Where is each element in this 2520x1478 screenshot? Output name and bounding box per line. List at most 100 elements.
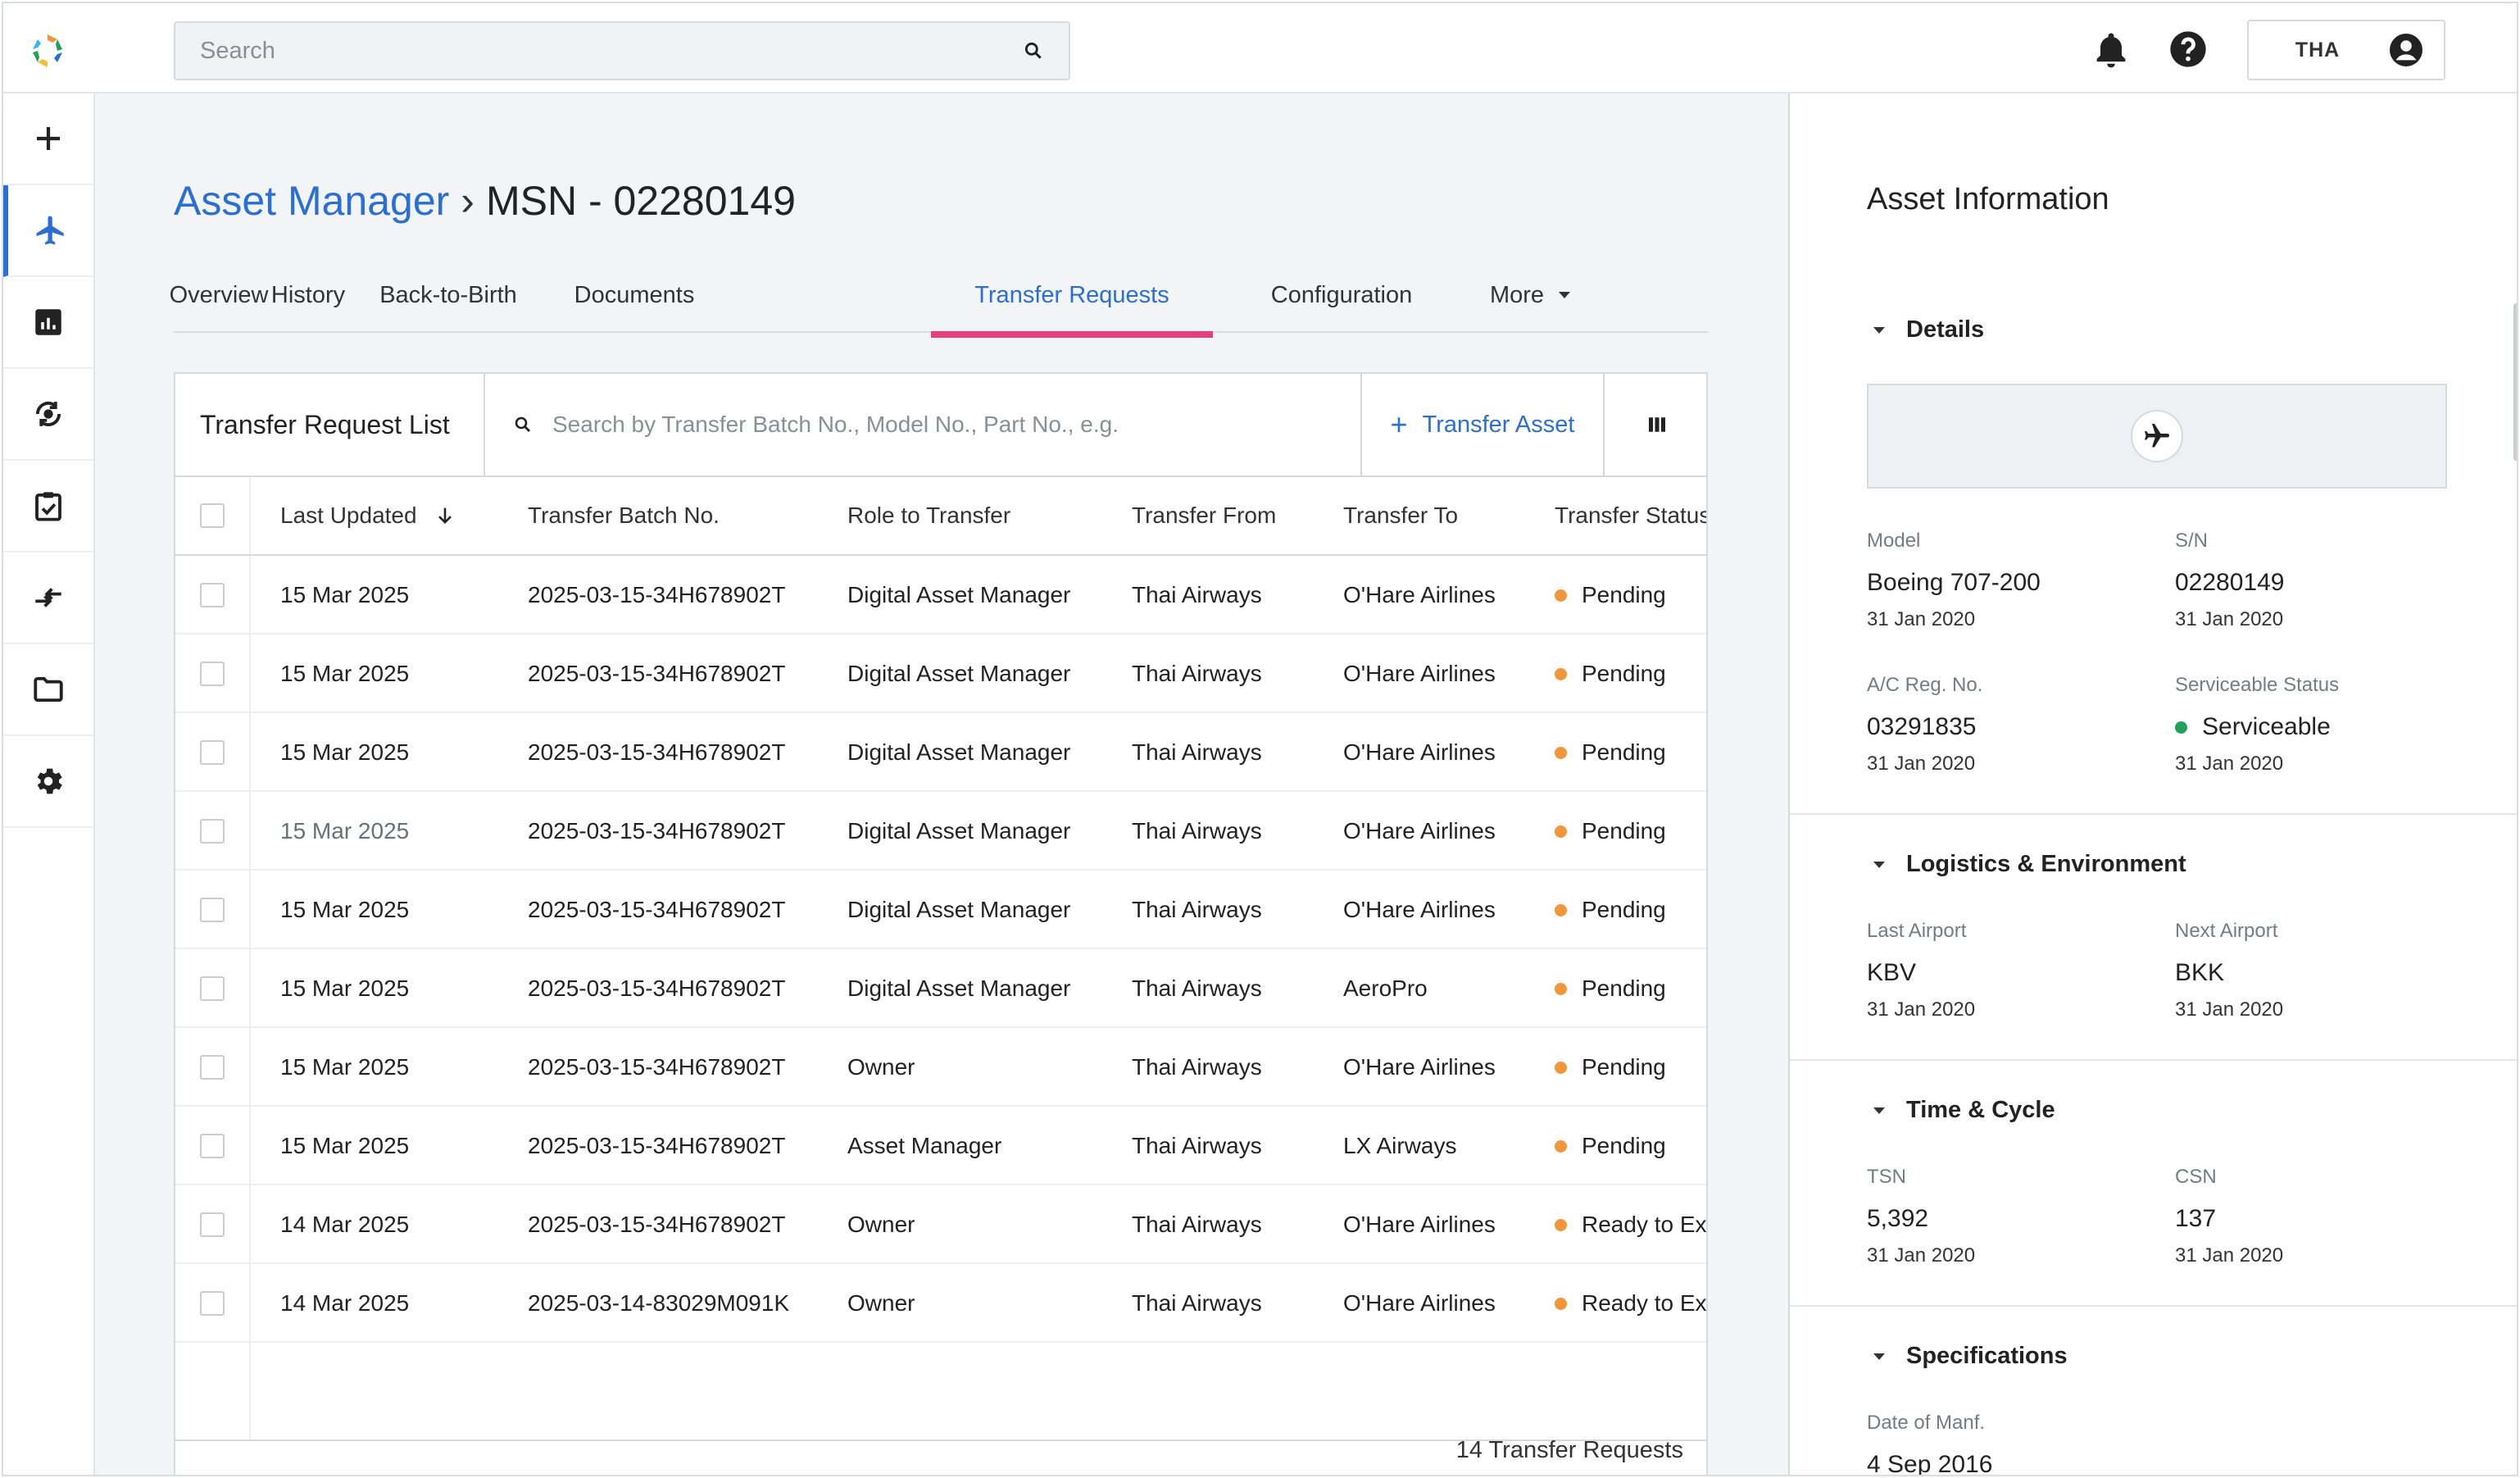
- global-search[interactable]: [174, 21, 1070, 80]
- transfer-search[interactable]: [485, 374, 1362, 475]
- field-label: A/C Reg. No.: [1867, 674, 1983, 696]
- cell-text: Pending: [1582, 1133, 1666, 1158]
- field-date: 31 Jan 2020: [1867, 608, 1976, 630]
- row-checkbox-cell: [200, 871, 225, 949]
- cell-text: Thai Airways: [1132, 1212, 1262, 1237]
- scrollbar[interactable]: [2513, 303, 2517, 461]
- arrow-down-icon[interactable]: [434, 504, 456, 527]
- tab-overview[interactable]: Overview: [170, 257, 269, 333]
- row-checkbox[interactable]: [200, 583, 225, 607]
- page-title: MSN - 02280149: [485, 178, 796, 224]
- table-row[interactable]: 14 Mar 2025 2025-03-14-83029M091K Owner Tha…: [175, 1264, 1706, 1343]
- tab-transfer-requests[interactable]: Transfer Requests: [931, 257, 1213, 338]
- row-checkbox[interactable]: [200, 819, 225, 844]
- row-checkbox[interactable]: [200, 1055, 225, 1080]
- nav-sync[interactable]: [3, 369, 93, 461]
- transfer-asset-button[interactable]: + Transfer Asset: [1362, 374, 1605, 475]
- user-menu[interactable]: THA: [2247, 20, 2445, 80]
- transfer-search-input[interactable]: [552, 412, 1360, 438]
- row-checkbox[interactable]: [200, 976, 225, 1001]
- table-row[interactable]: 15 Mar 2025 2025-03-15-34H678902T Digital …: [175, 634, 1706, 713]
- nav-assets[interactable]: [3, 185, 93, 277]
- caret-down-icon: [1873, 1353, 1885, 1360]
- table-row[interactable]: 15 Mar 2025 2025-03-15-34H678902T Digital …: [175, 871, 1706, 949]
- section-details-toggle[interactable]: Details: [1867, 316, 1984, 343]
- col-role[interactable]: Role to Transfer: [847, 477, 1010, 554]
- table-row[interactable]: 15 Mar 2025 2025-03-15-34H678902T Asset Ma…: [175, 1107, 1706, 1185]
- cell-text: Digital Asset Manager: [847, 975, 1071, 1001]
- col-transfer-to[interactable]: Transfer To: [1343, 477, 1458, 554]
- divider: [1790, 813, 2517, 815]
- transfer-asset-label: Transfer Asset: [1422, 411, 1575, 438]
- table-cell: 2025-03-15-34H678902T: [528, 634, 839, 713]
- col-transfer-from[interactable]: Transfer From: [1132, 477, 1276, 554]
- row-checkbox[interactable]: [200, 1134, 225, 1158]
- col-batch-no[interactable]: Transfer Batch No.: [528, 477, 720, 554]
- field-label: CSN: [2175, 1166, 2217, 1188]
- row-checkbox[interactable]: [200, 1212, 225, 1237]
- col-transfer-status[interactable]: Transfer Status: [1555, 477, 1706, 554]
- cell-text: 15 Mar 2025: [280, 1133, 410, 1158]
- help-icon[interactable]: [2167, 28, 2209, 70]
- cell-text: AeroPro: [1343, 975, 1428, 1001]
- field-sn: S/N 02280149 31 Jan 2020: [2175, 530, 2284, 631]
- nav-settings[interactable]: [3, 736, 93, 828]
- field-value: 03291835: [1867, 713, 1977, 740]
- global-search-input[interactable]: [200, 37, 1023, 65]
- cell-text: Digital Asset Manager: [847, 739, 1071, 765]
- field-value: Serviceable: [2175, 713, 2339, 741]
- table-cell: 2025-03-15-34H678902T: [528, 1185, 839, 1264]
- table-row[interactable]: 14 Mar 2025 2025-03-15-34H678902T Owner Tha…: [175, 1185, 1706, 1264]
- table-row[interactable]: 15 Mar 2025 2025-03-15-34H678902T Digital …: [175, 792, 1706, 871]
- table-cell: Thai Airways: [1132, 1185, 1328, 1264]
- nav-tasks[interactable]: [3, 461, 93, 553]
- row-checkbox[interactable]: [200, 1291, 225, 1316]
- cell-text: Owner: [847, 1290, 915, 1316]
- table-cell: 15 Mar 2025: [280, 949, 510, 1028]
- nav-transfers[interactable]: [3, 553, 93, 644]
- tab-history[interactable]: History: [265, 257, 352, 333]
- tab-back-to-birth[interactable]: Back-to-Birth: [352, 257, 545, 333]
- search-icon[interactable]: [1023, 40, 1044, 61]
- table-row[interactable]: 15 Mar 2025 2025-03-15-34H678902T Owner Tha…: [175, 1028, 1706, 1107]
- table-cell: 2025-03-15-34H678902T: [528, 713, 839, 792]
- table-row[interactable]: 15 Mar 2025 2025-03-15-34H678902T Digital …: [175, 556, 1706, 634]
- nav-add[interactable]: [3, 93, 93, 185]
- row-checkbox[interactable]: [200, 740, 225, 765]
- cell-text: Digital Asset Manager: [847, 818, 1071, 844]
- table-row[interactable]: 15 Mar 2025 2025-03-15-34H678902T Digital …: [175, 949, 1706, 1028]
- col-last-updated[interactable]: Last Updated: [280, 477, 456, 554]
- plus-icon: +: [1390, 407, 1408, 441]
- row-checkbox-cell: [200, 1185, 225, 1264]
- cell-text: Thai Airways: [1132, 897, 1262, 922]
- table-cell: O'Hare Airlines: [1343, 871, 1540, 949]
- nav-reports[interactable]: [3, 277, 93, 369]
- table-cell: Thai Airways: [1132, 556, 1328, 634]
- checkbox[interactable]: [200, 503, 225, 528]
- section-specifications-toggle[interactable]: Specifications: [1867, 1343, 2068, 1370]
- status-text: Serviceable: [2202, 713, 2331, 740]
- field-label: Date of Manf.: [1867, 1412, 1986, 1434]
- row-checkbox[interactable]: [200, 898, 225, 922]
- tab-documents[interactable]: Documents: [544, 257, 724, 333]
- table-row[interactable]: 15 Mar 2025 2025-03-15-34H678902T Digital …: [175, 713, 1706, 792]
- section-time-cycle-toggle[interactable]: Time & Cycle: [1867, 1097, 2055, 1124]
- field-value: KBV: [1867, 959, 1917, 986]
- section-logistics-toggle[interactable]: Logistics & Environment: [1867, 851, 2186, 878]
- tab-more[interactable]: More: [1473, 257, 1587, 333]
- breadcrumb-asset-manager[interactable]: Asset Manager: [174, 178, 449, 224]
- cell-text: Asset Manager: [847, 1133, 1002, 1158]
- tab-configuration[interactable]: Configuration: [1243, 257, 1440, 333]
- row-checkbox[interactable]: [200, 662, 225, 686]
- bell-icon[interactable]: [2090, 28, 2132, 70]
- cell-text: 14 Mar 2025: [280, 1212, 410, 1237]
- nav-folders[interactable]: [3, 644, 93, 736]
- select-all-checkbox[interactable]: [200, 477, 225, 554]
- field-value: Boeing 707-200: [1867, 569, 2041, 596]
- cell-text: Thai Airways: [1132, 661, 1262, 686]
- table-cell: O'Hare Airlines: [1343, 713, 1540, 792]
- app-logo[interactable]: [28, 31, 67, 70]
- column-settings-button[interactable]: [1606, 374, 1708, 475]
- cell-text: O'Hare Airlines: [1343, 897, 1496, 922]
- cell-text: 2025-03-15-34H678902T: [528, 739, 786, 765]
